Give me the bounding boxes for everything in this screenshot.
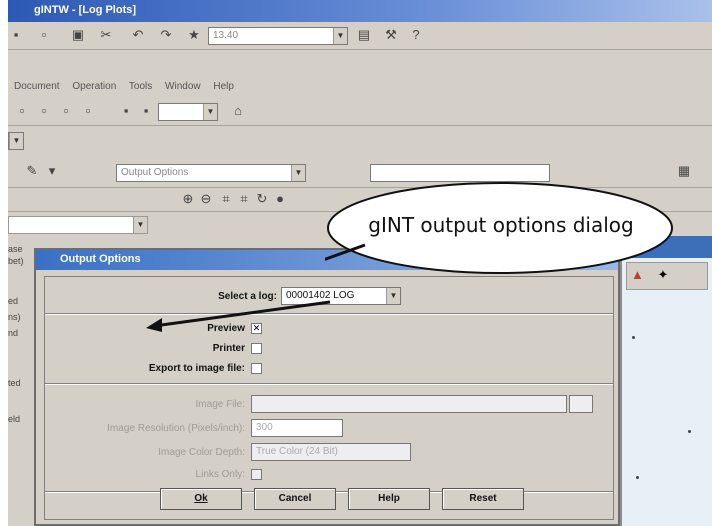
links-only-label: Links Only: <box>195 469 245 480</box>
main-toolbar: ▪ ▫ ▣ ✂ ↶ ↷ ★ 13.40 ▼ ▤ ⚒ ? <box>8 22 712 50</box>
marker-dot <box>688 430 691 433</box>
window-title: gINTW - [Log Plots] <box>34 4 137 16</box>
callout-arrow <box>146 300 331 332</box>
cancel-label: Cancel <box>278 493 312 504</box>
window-titlebar: gINTW - [Log Plots] <box>8 0 712 22</box>
side-label: eld <box>8 414 21 424</box>
last-icon[interactable]: ▫ <box>80 103 96 119</box>
globe-icon[interactable]: ● <box>272 191 288 207</box>
chevron-down-icon[interactable]: ▼ <box>9 133 23 149</box>
zoom-value: 13.40 <box>213 30 239 41</box>
cut-icon[interactable]: ✂ <box>98 27 114 43</box>
star-icon[interactable]: ★ <box>186 27 202 43</box>
image-resolution-input[interactable]: 300 <box>251 419 343 437</box>
help-button[interactable]: Help <box>348 488 430 510</box>
zoom-in-icon[interactable]: ⊕ <box>180 191 196 207</box>
reset-button[interactable]: Reset <box>442 488 524 510</box>
menu-item-operation[interactable]: Operation <box>72 81 116 92</box>
image-file-input[interactable] <box>251 395 567 413</box>
menu-item-window[interactable]: Window <box>165 81 201 92</box>
marker-dot <box>632 336 635 339</box>
page2-icon[interactable]: ▪ <box>138 103 154 119</box>
chart-icon[interactable]: ▤ <box>356 27 372 43</box>
redo-icon[interactable]: ↷ <box>158 27 174 43</box>
pen-icon[interactable]: ✎ <box>24 163 40 179</box>
image-resolution-value: 300 <box>256 422 273 433</box>
page-icon[interactable]: ▪ <box>118 103 134 119</box>
lock-icon[interactable]: ⌂ <box>230 103 246 119</box>
side-label: bet) <box>8 256 24 266</box>
dropdown-arrow-icon[interactable]: ▾ <box>44 163 60 179</box>
image-file-label: Image File: <box>195 399 245 410</box>
help-pointer-icon[interactable]: ? <box>408 27 424 43</box>
ok-button[interactable]: Ok <box>160 488 242 510</box>
image-color-depth-label: Image Color Depth: <box>158 447 245 458</box>
chevron-down-icon[interactable]: ▼ <box>203 104 217 120</box>
export-radio[interactable] <box>251 363 262 374</box>
reset-label: Reset <box>469 493 497 504</box>
marker-dot <box>636 476 639 479</box>
secondary-toolbar: ▫ ▫ ▫ ▫ ▪ ▪ ▼ ⌂ <box>8 98 712 126</box>
next-icon[interactable]: ▫ <box>58 103 74 119</box>
fit-page-icon[interactable]: ⌗ <box>236 191 252 207</box>
page-combo[interactable]: ▼ <box>158 103 218 121</box>
chevron-down-icon[interactable]: ▼ <box>386 288 400 304</box>
menu-item-document[interactable]: Document <box>14 81 60 92</box>
side-label: ase <box>8 244 23 254</box>
divider <box>45 383 613 385</box>
side-label: ted <box>8 378 21 388</box>
menubar: Document Operation Tools Window Help <box>8 78 712 98</box>
callout-text: gINT output options dialog <box>368 213 634 237</box>
printer-label: Printer <box>212 343 245 354</box>
export-label: Export to image file: <box>148 363 245 374</box>
chevron-down-icon[interactable]: ▼ <box>333 28 347 44</box>
help-label: Help <box>378 493 400 504</box>
chevron-down-icon[interactable]: ▼ <box>133 217 147 233</box>
image-resolution-label: Image Resolution (Pixels/inch): <box>107 423 245 434</box>
image-color-depth-value: True Color (24 Bit) <box>256 446 338 457</box>
menu-item-tools[interactable]: Tools <box>129 81 152 92</box>
output-combo[interactable]: Output Options ▼ <box>116 164 306 182</box>
print-icon[interactable]: ▣ <box>70 27 86 43</box>
ok-label: Ok <box>194 493 208 504</box>
menu-item-help[interactable]: Help <box>213 81 234 92</box>
side-label: nd <box>8 328 19 338</box>
open-icon[interactable]: ▪ <box>8 27 24 43</box>
links-only-checkbox[interactable] <box>251 469 262 480</box>
side-label: ed <box>8 296 19 306</box>
prev-icon[interactable]: ▫ <box>36 103 52 119</box>
tools-icon[interactable]: ⚒ <box>383 27 399 43</box>
cancel-button[interactable]: Cancel <box>254 488 336 510</box>
log-combo[interactable]: ▼ <box>8 216 148 234</box>
paste-icon[interactable]: ▫ <box>36 27 52 43</box>
output-combo-value: Output Options <box>121 167 189 178</box>
first-icon[interactable]: ▫ <box>14 103 30 119</box>
image-color-depth-combo[interactable]: True Color (24 Bit) <box>251 443 411 461</box>
printer-radio[interactable] <box>251 343 262 354</box>
zoom-out-icon[interactable]: ⊖ <box>198 191 214 207</box>
chevron-down-icon[interactable]: ▼ <box>291 165 305 181</box>
fit-icon[interactable]: ⌗ <box>218 191 234 207</box>
browse-button[interactable] <box>569 395 593 413</box>
refresh-icon[interactable]: ↻ <box>254 191 270 207</box>
output-options-dialog: Output Options Select a log: 00001402 LO… <box>34 248 620 526</box>
dialog-title: Output Options <box>60 253 141 265</box>
undo-icon[interactable]: ↶ <box>130 27 146 43</box>
grid-icon[interactable]: ▦ <box>676 163 692 179</box>
side-label: ns) <box>8 312 21 322</box>
zoom-combo[interactable]: 13.40 ▼ <box>208 27 348 45</box>
small-combo[interactable]: ▼ <box>8 132 24 150</box>
